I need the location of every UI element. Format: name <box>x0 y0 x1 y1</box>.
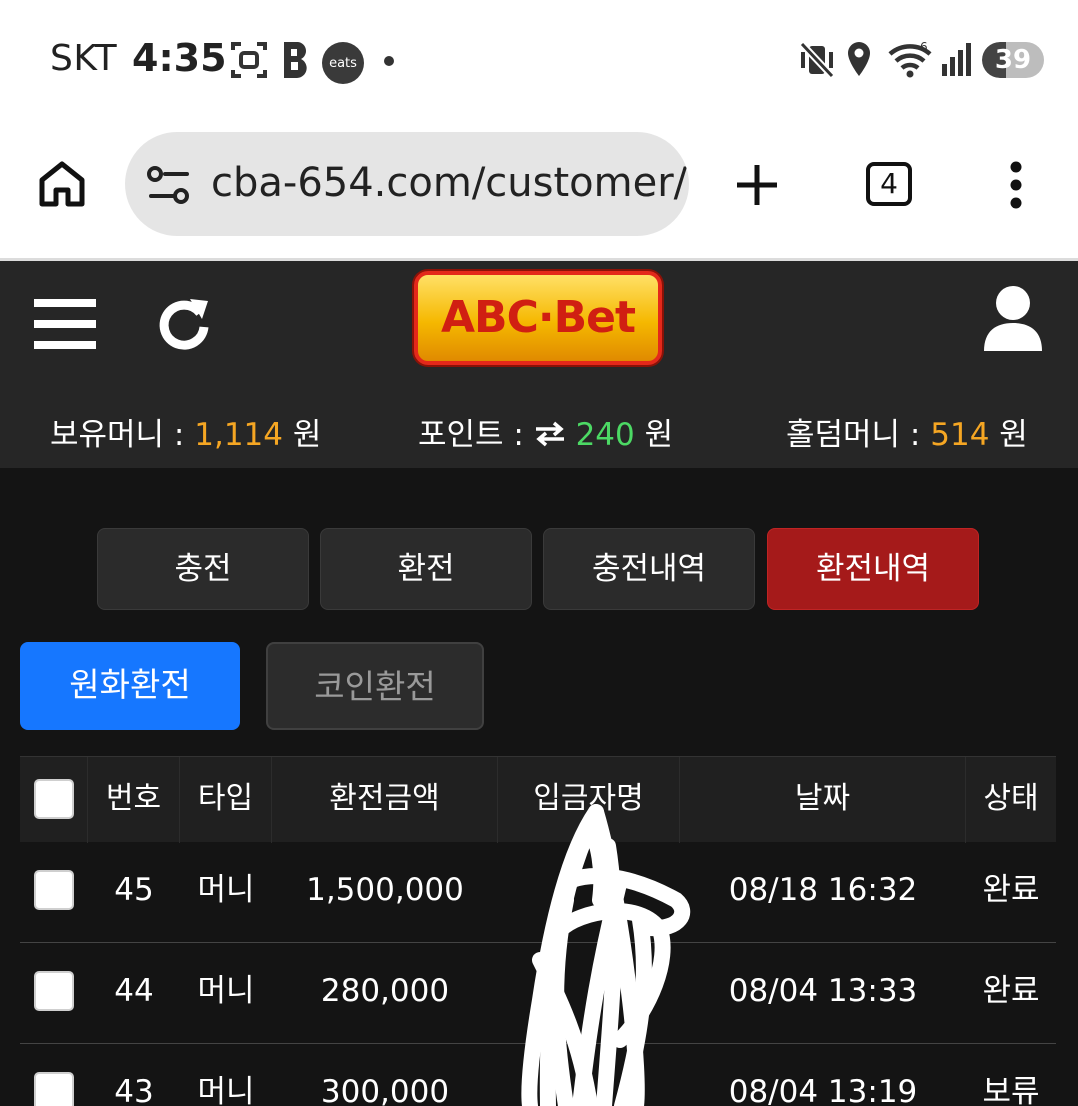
holdem-value: 514 <box>930 417 990 453</box>
location-icon <box>846 40 872 84</box>
new-tab-icon[interactable] <box>734 162 780 212</box>
row-depositor <box>498 842 680 942</box>
header-number: 번호 <box>88 757 180 843</box>
row-number: 43 <box>114 1074 154 1106</box>
table-row[interactable]: 45 머니 1,500,000 08/18 16:32 완료 <box>20 842 1056 943</box>
row-status: 완료 <box>982 973 1040 1009</box>
money-label: 보유머니 : <box>50 417 185 453</box>
point-balance: 포인트 : 240 원 <box>418 409 673 454</box>
address-bar[interactable]: cba-654.com/customer/w <box>125 132 689 236</box>
browser-toolbar: cba-654.com/customer/w 4 <box>0 120 1078 258</box>
user-profile-icon[interactable] <box>982 285 1044 357</box>
svg-text:6: 6 <box>920 40 928 54</box>
logo-text: ABC·Bet <box>440 292 636 343</box>
b-app-icon <box>282 40 310 84</box>
row-number: 45 <box>114 872 154 908</box>
vibrate-mute-icon <box>798 40 836 84</box>
select-all-checkbox[interactable] <box>34 779 74 819</box>
battery-level: 39 <box>994 45 1032 75</box>
coupang-eats-icon: eats <box>322 42 364 84</box>
money-balance: 보유머니 : 1,114 원 <box>50 409 321 454</box>
header-amount: 환전금액 <box>272 757 498 843</box>
signal-icon <box>940 40 972 84</box>
header-depositor: 입금자명 <box>498 757 680 843</box>
row-date: 08/04 13:33 <box>728 973 918 1009</box>
table-row[interactable]: 44 머니 280,000 08/04 13:33 완료 <box>20 943 1056 1044</box>
row-checkbox[interactable] <box>34 971 74 1011</box>
row-amount: 300,000 <box>320 1074 450 1106</box>
point-label: 포인트 : <box>418 417 524 453</box>
wifi-icon: 6 <box>886 40 934 84</box>
row-status: 완료 <box>982 872 1040 908</box>
header-status: 상태 <box>983 781 1039 816</box>
row-status: 보류 <box>982 1074 1040 1106</box>
subtab-coin-exchange[interactable]: 코인환전 <box>266 642 484 730</box>
table-header: 번호 타입 환전금액 입금자명 날짜 상태 <box>20 756 1056 843</box>
screenshot-icon <box>230 40 268 84</box>
row-type: 머니 <box>197 1074 255 1106</box>
tab-switcher-button[interactable]: 4 <box>866 162 912 206</box>
row-date: 08/04 13:19 <box>728 1074 918 1106</box>
row-checkbox[interactable] <box>34 1072 74 1106</box>
more-menu-icon[interactable] <box>1006 160 1026 214</box>
row-checkbox[interactable] <box>34 870 74 910</box>
site-page: ABC·Bet 보유머니 : 1,114 원 포인트 : 240 원 홀덤머니 … <box>0 258 1078 1106</box>
holdem-unit: 원 <box>999 417 1028 453</box>
holdem-balance: 홀덤머니 : 514 원 <box>786 409 1028 454</box>
row-type: 머니 <box>197 973 255 1009</box>
convert-arrows-icon[interactable] <box>534 417 576 453</box>
status-bar: SKT 4:35 eats 6 39 <box>0 0 1078 120</box>
home-icon[interactable] <box>36 158 88 214</box>
site-settings-icon[interactable] <box>147 166 191 210</box>
row-amount: 1,500,000 <box>306 872 464 908</box>
table-row[interactable]: 43 머니 300,000 08/04 13:19 보류 <box>20 1044 1056 1106</box>
row-type: 머니 <box>197 872 255 908</box>
row-depositor <box>498 1044 680 1106</box>
header-date: 날짜 <box>680 757 966 843</box>
tab-exchange[interactable]: 환전 <box>320 528 532 610</box>
tab-charge-history[interactable]: 충전내역 <box>543 528 755 610</box>
refresh-icon[interactable] <box>156 295 212 355</box>
hamburger-menu-icon[interactable] <box>34 297 96 355</box>
url-text[interactable]: cba-654.com/customer/w <box>211 160 689 206</box>
money-value: 1,114 <box>194 417 283 453</box>
holdem-label: 홀덤머니 : <box>786 417 921 453</box>
tab-exchange-history[interactable]: 환전내역 <box>767 528 979 610</box>
row-number: 44 <box>114 973 154 1009</box>
site-header: ABC·Bet 보유머니 : 1,114 원 포인트 : 240 원 홀덤머니 … <box>0 258 1078 468</box>
tab-charge[interactable]: 충전 <box>97 528 309 610</box>
row-date: 08/18 16:32 <box>728 872 918 908</box>
point-value: 240 <box>575 417 635 453</box>
row-depositor <box>498 943 680 1043</box>
clock: 4:35 <box>132 36 227 80</box>
site-logo[interactable]: ABC·Bet <box>414 271 662 365</box>
money-unit: 원 <box>292 417 322 453</box>
subtab-krw-exchange[interactable]: 원화환전 <box>20 642 240 730</box>
carrier-label: SKT <box>50 38 118 79</box>
header-type: 타입 <box>180 757 272 843</box>
point-unit: 원 <box>644 417 674 453</box>
notification-dot <box>384 56 394 66</box>
row-amount: 280,000 <box>320 973 450 1009</box>
header-checkbox-cell <box>20 757 88 843</box>
battery-indicator: 39 <box>982 42 1044 78</box>
